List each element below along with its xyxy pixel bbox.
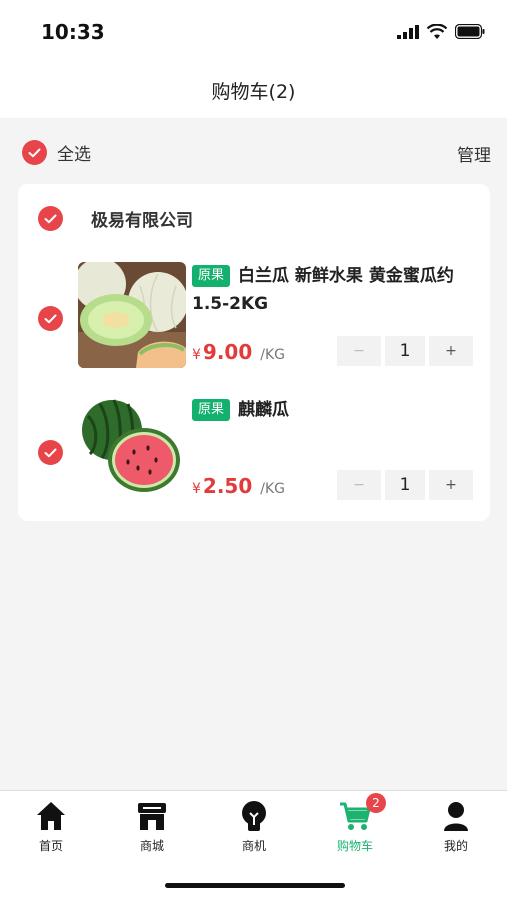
wifi-icon	[427, 24, 447, 39]
increase-button[interactable]: +	[429, 336, 473, 366]
tab-label: 商城	[139, 839, 164, 853]
quantity-stepper: − 1 +	[337, 336, 473, 366]
currency-symbol: ¥	[192, 347, 201, 363]
lightbulb-icon	[237, 799, 271, 833]
select-all-toggle[interactable]: 全选	[22, 140, 91, 165]
tab-label: 首页	[38, 839, 63, 853]
home-indicator	[165, 883, 345, 888]
item-price: ¥9.00	[192, 340, 252, 364]
checkmark-icon[interactable]	[22, 140, 47, 165]
cart-item: 原果 麒麟瓜 ¥2.50 /KG − 1 +	[18, 396, 490, 506]
price-value: 9.00	[202, 340, 253, 364]
item-title[interactable]: 原果 麒麟瓜	[192, 396, 478, 424]
item-checkmark-icon[interactable]	[38, 306, 63, 331]
item-checkmark-icon[interactable]	[38, 440, 63, 465]
cart-shop-card: 极易有限公司 原果 白兰瓜 新鲜水果 黄金蜜瓜约1.5-2KG ¥9.00 /K…	[18, 184, 490, 521]
melon-product-image[interactable]	[78, 262, 186, 368]
tab-opportunity[interactable]: 商机	[214, 799, 294, 854]
item-name: 麒麟瓜	[238, 400, 290, 420]
user-icon	[439, 799, 473, 833]
quantity-stepper: − 1 +	[337, 470, 473, 500]
page-title: 购物车(2)	[211, 80, 296, 103]
item-title[interactable]: 原果 白兰瓜 新鲜水果 黄金蜜瓜约1.5-2KG	[192, 262, 478, 318]
decrease-button[interactable]: −	[337, 336, 381, 366]
status-time: 10:33	[41, 20, 105, 44]
item-name: 白兰瓜 新鲜水果 黄金蜜瓜约1.5-2KG	[192, 266, 454, 314]
price-row: ¥9.00 /KG	[192, 340, 285, 364]
bottom-tab-bar: 首页 商城 商机 2 购物车 我的	[0, 790, 507, 900]
status-icons	[397, 24, 485, 39]
currency-symbol: ¥	[192, 481, 201, 497]
quantity-value[interactable]: 1	[385, 470, 425, 500]
item-info: 原果 白兰瓜 新鲜水果 黄金蜜瓜约1.5-2KG ¥9.00 /KG	[192, 262, 478, 364]
price-unit: /KG	[260, 347, 286, 363]
tab-label: 我的	[443, 839, 468, 853]
store-icon	[135, 799, 169, 833]
cart-item: 原果 白兰瓜 新鲜水果 黄金蜜瓜约1.5-2KG ¥9.00 /KG − 1 +	[18, 262, 490, 372]
origin-tag: 原果	[192, 265, 231, 287]
tab-home[interactable]: 首页	[11, 799, 91, 854]
decrease-button[interactable]: −	[337, 470, 381, 500]
origin-tag: 原果	[192, 399, 231, 421]
shop-name: 极易有限公司	[91, 211, 193, 231]
status-bar: 10:33	[0, 0, 507, 62]
tab-cart[interactable]: 2 购物车	[315, 793, 395, 854]
cart-icon: 2	[338, 793, 386, 833]
nav-header: 购物车(2)	[0, 62, 507, 118]
shop-row: 极易有限公司	[38, 206, 193, 231]
home-icon	[34, 799, 68, 833]
select-all-label: 全选	[57, 145, 91, 165]
tab-profile[interactable]: 我的	[416, 799, 496, 854]
watermelon-product-image[interactable]	[78, 396, 186, 502]
tab-label: 购物车	[336, 839, 373, 853]
price-row: ¥2.50 /KG	[192, 474, 285, 498]
quantity-value[interactable]: 1	[385, 336, 425, 366]
item-info: 原果 麒麟瓜 ¥2.50 /KG	[192, 396, 478, 498]
shop-checkmark-icon[interactable]	[38, 206, 63, 231]
item-price: ¥2.50	[192, 474, 252, 498]
price-unit: /KG	[260, 481, 286, 497]
tab-label: 商机	[241, 839, 266, 853]
increase-button[interactable]: +	[429, 470, 473, 500]
manage-button[interactable]: 管理	[457, 141, 491, 166]
select-bar: 全选 管理	[0, 130, 507, 174]
price-value: 2.50	[202, 474, 253, 498]
signal-icon	[397, 24, 419, 39]
cart-count-badge: 2	[366, 793, 386, 813]
tab-store[interactable]: 商城	[112, 799, 192, 854]
battery-icon	[455, 24, 485, 39]
